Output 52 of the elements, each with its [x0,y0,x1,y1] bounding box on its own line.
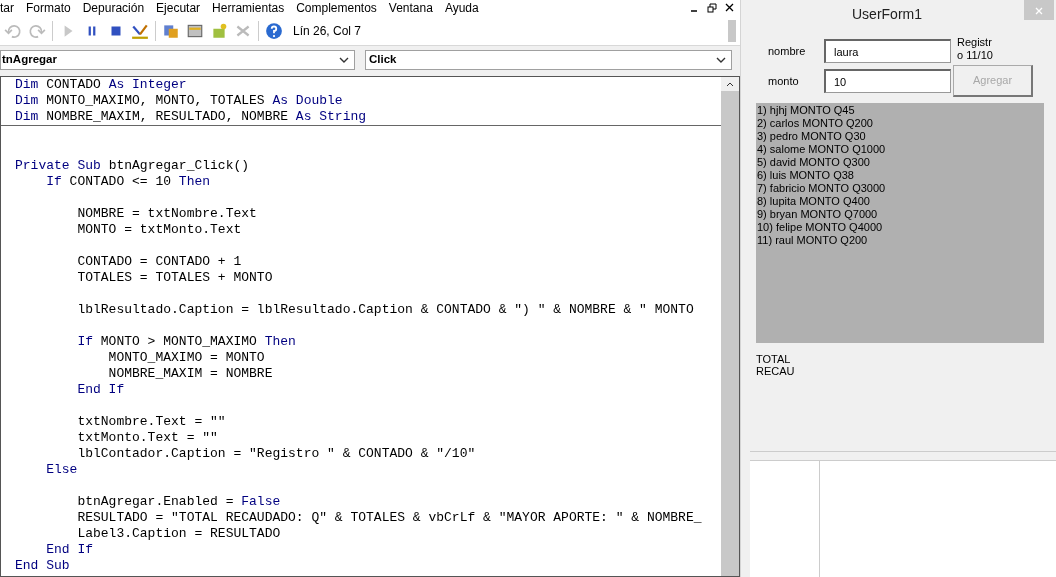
form-title: UserForm1 [851,4,923,24]
code-line: Private Sub btnAgregar_Click() [15,158,251,174]
code-line: MONTO_MAXIMO = MONTO [107,350,266,366]
text-field[interactable]: laura [824,39,951,63]
menu-item[interactable]: Complementos [290,1,383,15]
menu-item[interactable]: Herramientas [206,1,291,15]
code-line: CONTADO = CONTADO + 1 [76,254,243,270]
results-label: 1) hjhj MONTO Q45 2) carlos MONTO Q200 3) pedro MONTO Q30 4) salome MONTO Q1000 5) david MONTO Q300 6) luis MONTO Q38 7) fabricio MONTO Q3000 8) lupita MONTO Q400 9) bryan MONTO Q7000 10) felipe MONTO Q4000 11) raul MONTO Q200 [756,103,1044,343]
code-line: btnAgregar.Enabled = False [76,494,282,510]
total-label: TOTAL RECAU [756,353,796,377]
close-icon [1035,6,1043,15]
code-line: Label3.Caption = RESULTADO [76,526,282,542]
code-line: NOMBRE = txtNombre.Text [76,206,258,222]
code-line: Dim NOMBRE_MAXIM, RESULTADO, NOMBRE As String [15,109,368,125]
cursor-position: Lín 26, Col 7 [293,22,362,40]
menu-item[interactable]: tar [0,1,20,15]
code-line: If MONTO > MONTO_MAXIMO Then [76,334,297,350]
code-line: End If [45,542,94,558]
field-label: monto [767,73,800,89]
code-editor[interactable] [0,76,740,577]
code-line: txtNombre.Text = "" [76,414,227,430]
menu-item[interactable]: Ayuda [438,1,485,15]
code-line: If CONTADO <= 10 Then [45,174,212,190]
chevron-icon [339,57,349,63]
field-label: nombre [767,43,807,59]
object-dropdown[interactable]: tnAgregar [0,50,355,70]
code-line: Dim CONTADO As Integer [15,77,188,93]
menu-item[interactable]: Ventana [382,1,439,15]
help-icon[interactable] [265,21,283,40]
chevron-icon [716,57,726,63]
text-field[interactable]: 10 [824,69,951,93]
code-line: RESULTADO = "TOTAL RECAUDADO: Q" & TOTALES & vbCrLf & "MAYOR APORTE: " & NOMBRE_ [76,510,703,526]
code-line: Dim MONTO_MAXIMO, MONTO, TOTALES As Double [15,93,344,109]
scrollbar[interactable] [721,77,739,576]
counter-label: Registr o 11/10 [956,36,994,62]
scroll-up-icon[interactable] [726,81,734,87]
code-line: lblResultado.Caption = lblResultado.Caption & CONTADO & ") " & NOMBRE & " MONTO [76,302,695,318]
code-line: TOTALES = TOTALES + MONTO [76,270,274,286]
code-line: End Sub [15,558,71,574]
procedure-dropdown[interactable]: Click [365,50,732,70]
menu-item[interactable]: Formato [20,1,77,15]
restore-icon[interactable] [707,3,717,13]
code-line: End If [76,382,126,398]
code-line: NOMBRE_MAXIM = NOMBRE [107,366,274,382]
menu-item[interactable]: Ejecutar [150,1,207,15]
code-line: Else [45,462,79,478]
close-icon[interactable] [725,3,734,12]
code-line: txtMonto.Text = "" [76,430,219,446]
code-line: MONTO = txtMonto.Text [76,222,243,238]
code-line: lblContador.Caption = "Registro " & CONTADO & "/10" [76,446,477,462]
toolbar-handle[interactable] [728,19,736,42]
menu-item[interactable]: Depuración [76,1,151,15]
